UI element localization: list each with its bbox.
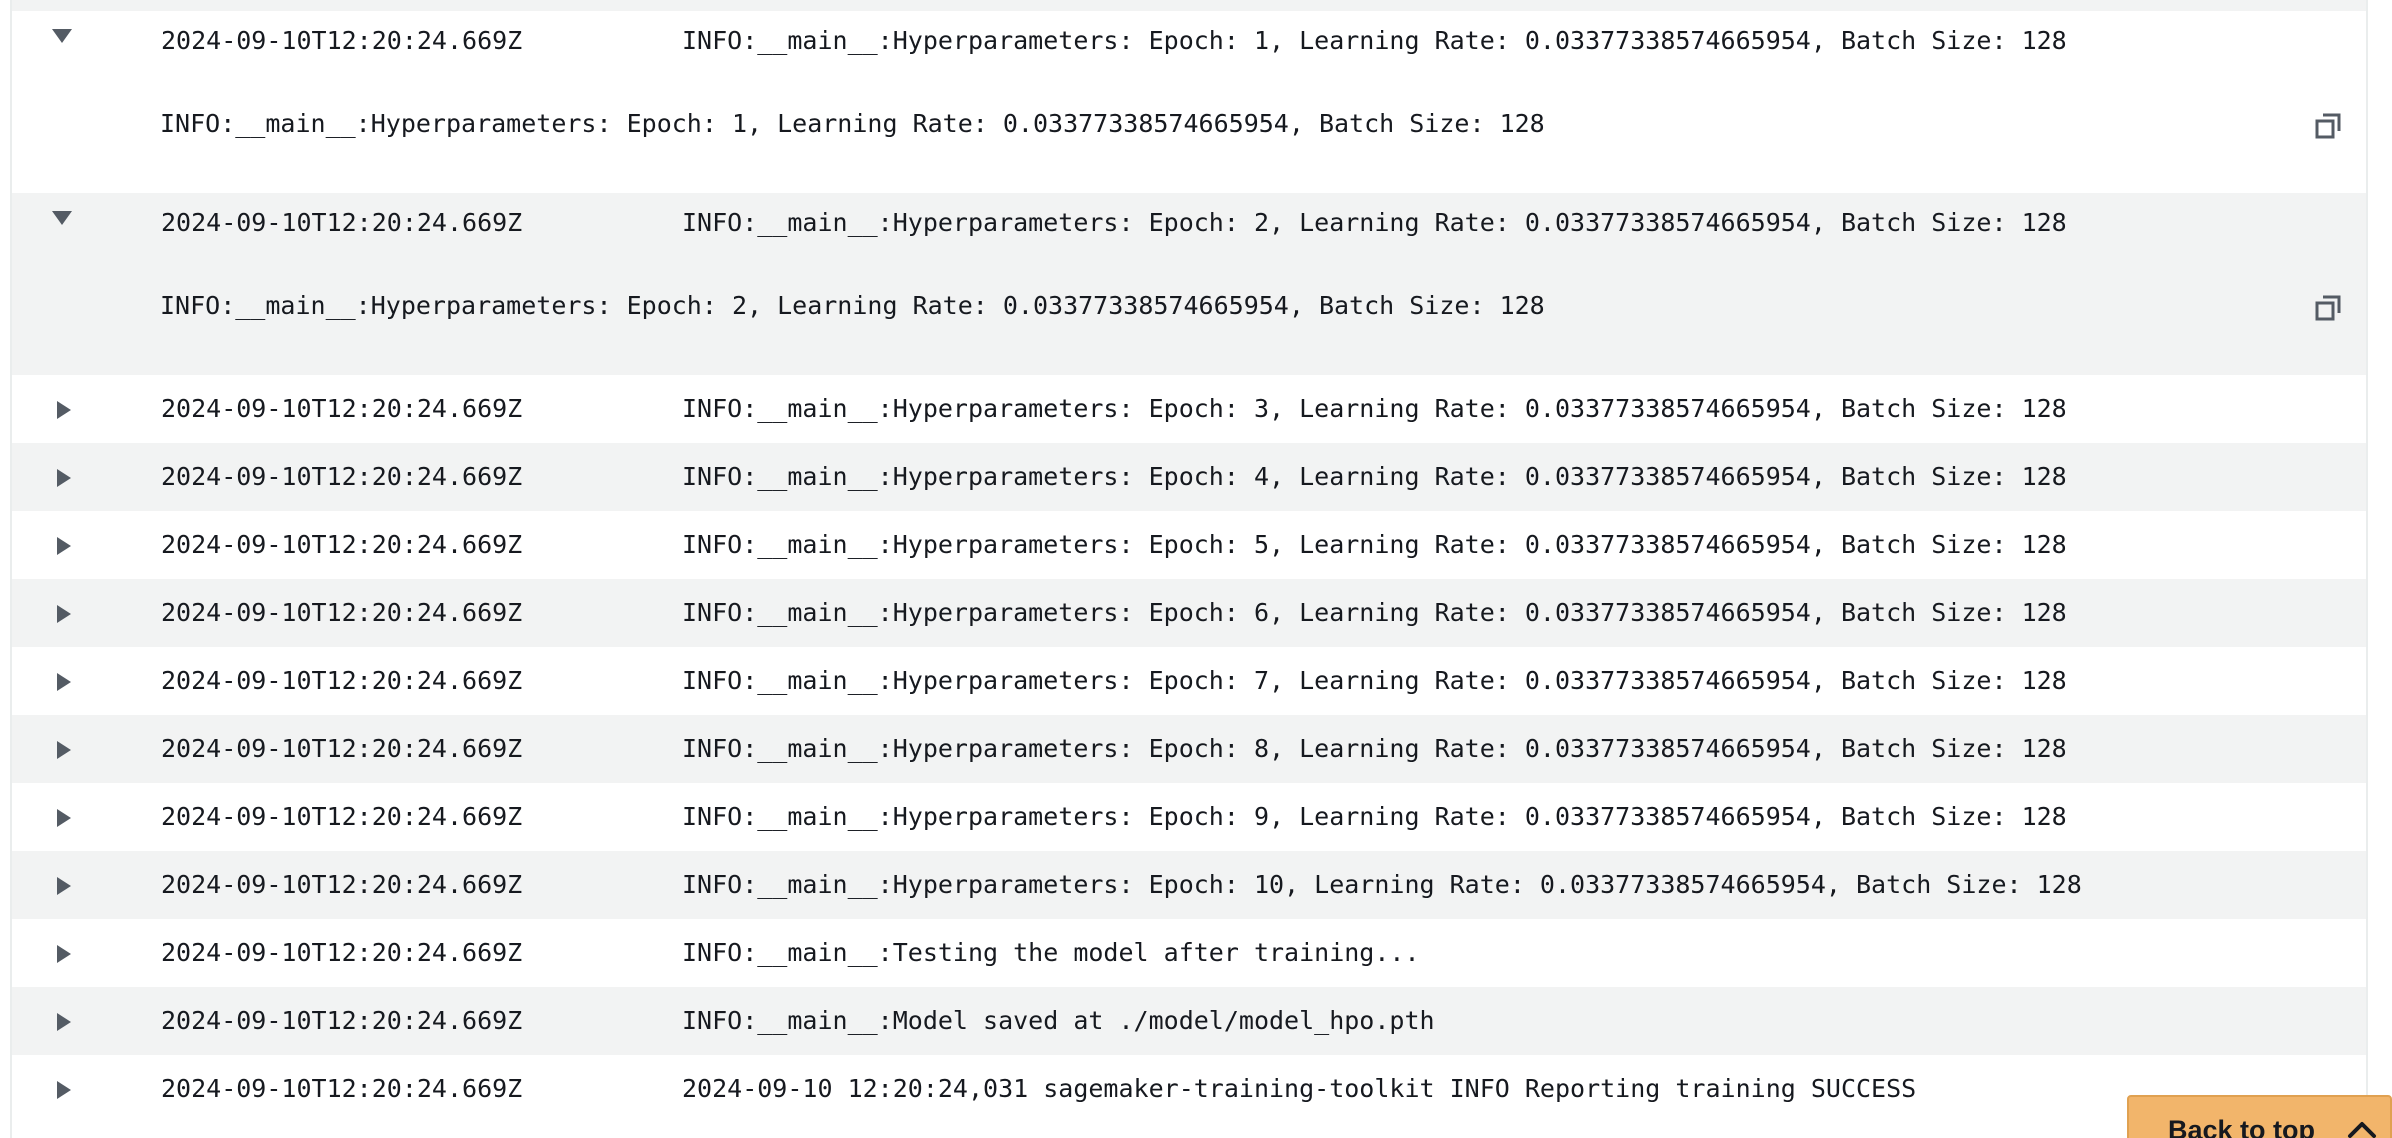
log-event-header[interactable]: 2024-09-10T12:20:24.669Z INFO:__main__:H… xyxy=(12,11,2366,71)
caret-right-icon[interactable] xyxy=(57,469,71,487)
log-event-message: INFO:__main__:Hyperparameters: Epoch: 2,… xyxy=(682,208,2067,237)
log-event-timestamp: 2024-09-10T12:20:24.669Z xyxy=(161,530,523,559)
log-event-header[interactable]: 2024-09-10T12:20:24.669Z INFO:__main__:T… xyxy=(12,919,2366,987)
chevron-up-icon xyxy=(2348,1122,2376,1138)
copy-icon[interactable] xyxy=(2314,112,2342,140)
log-event-message: INFO:__main__:Hyperparameters: Epoch: 6,… xyxy=(682,598,2067,627)
log-event-row-5: 2024-09-10T12:20:24.669Z INFO:__main__:H… xyxy=(12,511,2366,579)
log-event-header[interactable]: 2024-09-10T12:20:24.669Z INFO:__main__:H… xyxy=(12,647,2366,715)
log-event-row-7: 2024-09-10T12:20:24.669Z INFO:__main__:H… xyxy=(12,647,2366,715)
log-event-header[interactable]: 2024-09-10T12:20:24.669Z INFO:__main__:H… xyxy=(12,579,2366,647)
caret-right-icon[interactable] xyxy=(57,537,71,555)
log-event-timestamp: 2024-09-10T12:20:24.669Z xyxy=(161,802,523,831)
caret-right-icon[interactable] xyxy=(57,945,71,963)
log-event-header[interactable]: 2024-09-10T12:20:24.669Z 2024-09-10 12:2… xyxy=(12,1055,2366,1123)
log-event-row-12: 2024-09-10T12:20:24.669Z INFO:__main__:M… xyxy=(12,987,2366,1055)
log-event-message: INFO:__main__:Hyperparameters: Epoch: 7,… xyxy=(682,666,2067,695)
log-event-message: INFO:__main__:Model saved at ./model/mod… xyxy=(682,1006,1435,1035)
log-event-row-4: 2024-09-10T12:20:24.669Z INFO:__main__:H… xyxy=(12,443,2366,511)
log-event-row-1: 2024-09-10T12:20:24.669Z INFO:__main__:H… xyxy=(12,11,2366,193)
log-event-timestamp: 2024-09-10T12:20:24.669Z xyxy=(161,462,523,491)
log-event-timestamp: 2024-09-10T12:20:24.669Z xyxy=(161,666,523,695)
log-event-message: INFO:__main__:Hyperparameters: Epoch: 5,… xyxy=(682,530,2067,559)
log-events-list: 2024-09-10T12:20:24.669Z INFO:__main__:H… xyxy=(12,11,2366,1123)
log-event-timestamp: 2024-09-10T12:20:24.669Z xyxy=(161,734,523,763)
caret-down-icon[interactable] xyxy=(52,29,72,43)
log-event-header[interactable]: 2024-09-10T12:20:24.669Z INFO:__main__:H… xyxy=(12,511,2366,579)
log-event-timestamp: 2024-09-10T12:20:24.669Z xyxy=(161,26,523,55)
log-event-message: 2024-09-10 12:20:24,031 sagemaker-traini… xyxy=(682,1074,1917,1103)
log-event-header[interactable]: 2024-09-10T12:20:24.669Z INFO:__main__:H… xyxy=(12,375,2366,443)
log-event-timestamp: 2024-09-10T12:20:24.669Z xyxy=(161,870,523,899)
log-event-row-2: 2024-09-10T12:20:24.669Z INFO:__main__:H… xyxy=(12,193,2366,375)
log-event-timestamp: 2024-09-10T12:20:24.669Z xyxy=(161,208,523,237)
log-event-detail: INFO:__main__:Hyperparameters: Epoch: 2,… xyxy=(160,291,1545,320)
log-event-message: INFO:__main__:Hyperparameters: Epoch: 10… xyxy=(682,870,2082,899)
back-to-top-label: Back to top xyxy=(2168,1115,2316,1138)
log-event-timestamp: 2024-09-10T12:20:24.669Z xyxy=(161,394,523,423)
log-event-row-10: 2024-09-10T12:20:24.669Z INFO:__main__:H… xyxy=(12,851,2366,919)
log-event-header[interactable]: 2024-09-10T12:20:24.669Z INFO:__main__:H… xyxy=(12,715,2366,783)
log-event-header[interactable]: 2024-09-10T12:20:24.669Z INFO:__main__:M… xyxy=(12,987,2366,1055)
log-panel-right-border xyxy=(2366,0,2368,1138)
log-event-timestamp: 2024-09-10T12:20:24.669Z xyxy=(161,938,523,967)
log-event-row-13: 2024-09-10T12:20:24.669Z 2024-09-10 12:2… xyxy=(12,1055,2366,1123)
log-event-message: INFO:__main__:Hyperparameters: Epoch: 8,… xyxy=(682,734,2067,763)
caret-right-icon[interactable] xyxy=(57,1013,71,1031)
caret-right-icon[interactable] xyxy=(57,673,71,691)
log-event-timestamp: 2024-09-10T12:20:24.669Z xyxy=(161,1006,523,1035)
copy-icon[interactable] xyxy=(2314,294,2342,322)
log-event-row-9: 2024-09-10T12:20:24.669Z INFO:__main__:H… xyxy=(12,783,2366,851)
log-event-message: INFO:__main__:Hyperparameters: Epoch: 1,… xyxy=(682,26,2067,55)
log-event-header[interactable]: 2024-09-10T12:20:24.669Z INFO:__main__:H… xyxy=(12,443,2366,511)
log-event-timestamp: 2024-09-10T12:20:24.669Z xyxy=(161,598,523,627)
log-event-header[interactable]: 2024-09-10T12:20:24.669Z INFO:__main__:H… xyxy=(12,783,2366,851)
log-event-detail: INFO:__main__:Hyperparameters: Epoch: 1,… xyxy=(160,109,1545,138)
log-event-message: INFO:__main__:Testing the model after tr… xyxy=(682,938,1420,967)
caret-right-icon[interactable] xyxy=(57,401,71,419)
caret-right-icon[interactable] xyxy=(57,605,71,623)
log-event-row-6: 2024-09-10T12:20:24.669Z INFO:__main__:H… xyxy=(12,579,2366,647)
log-event-row-3: 2024-09-10T12:20:24.669Z INFO:__main__:H… xyxy=(12,375,2366,443)
log-event-message: INFO:__main__:Hyperparameters: Epoch: 4,… xyxy=(682,462,2067,491)
log-event-message: INFO:__main__:Hyperparameters: Epoch: 9,… xyxy=(682,802,2067,831)
previous-row-edge xyxy=(12,0,2366,11)
back-to-top-button[interactable]: Back to top xyxy=(2127,1095,2392,1138)
log-event-header[interactable]: 2024-09-10T12:20:24.669Z INFO:__main__:H… xyxy=(12,851,2366,919)
log-event-header[interactable]: 2024-09-10T12:20:24.669Z INFO:__main__:H… xyxy=(12,193,2366,253)
log-event-row-8: 2024-09-10T12:20:24.669Z INFO:__main__:H… xyxy=(12,715,2366,783)
caret-right-icon[interactable] xyxy=(57,877,71,895)
caret-right-icon[interactable] xyxy=(57,809,71,827)
log-event-timestamp: 2024-09-10T12:20:24.669Z xyxy=(161,1074,523,1103)
log-event-message: INFO:__main__:Hyperparameters: Epoch: 3,… xyxy=(682,394,2067,423)
caret-down-icon[interactable] xyxy=(52,211,72,225)
caret-right-icon[interactable] xyxy=(57,741,71,759)
log-event-row-11: 2024-09-10T12:20:24.669Z INFO:__main__:T… xyxy=(12,919,2366,987)
caret-right-icon[interactable] xyxy=(57,1081,71,1099)
